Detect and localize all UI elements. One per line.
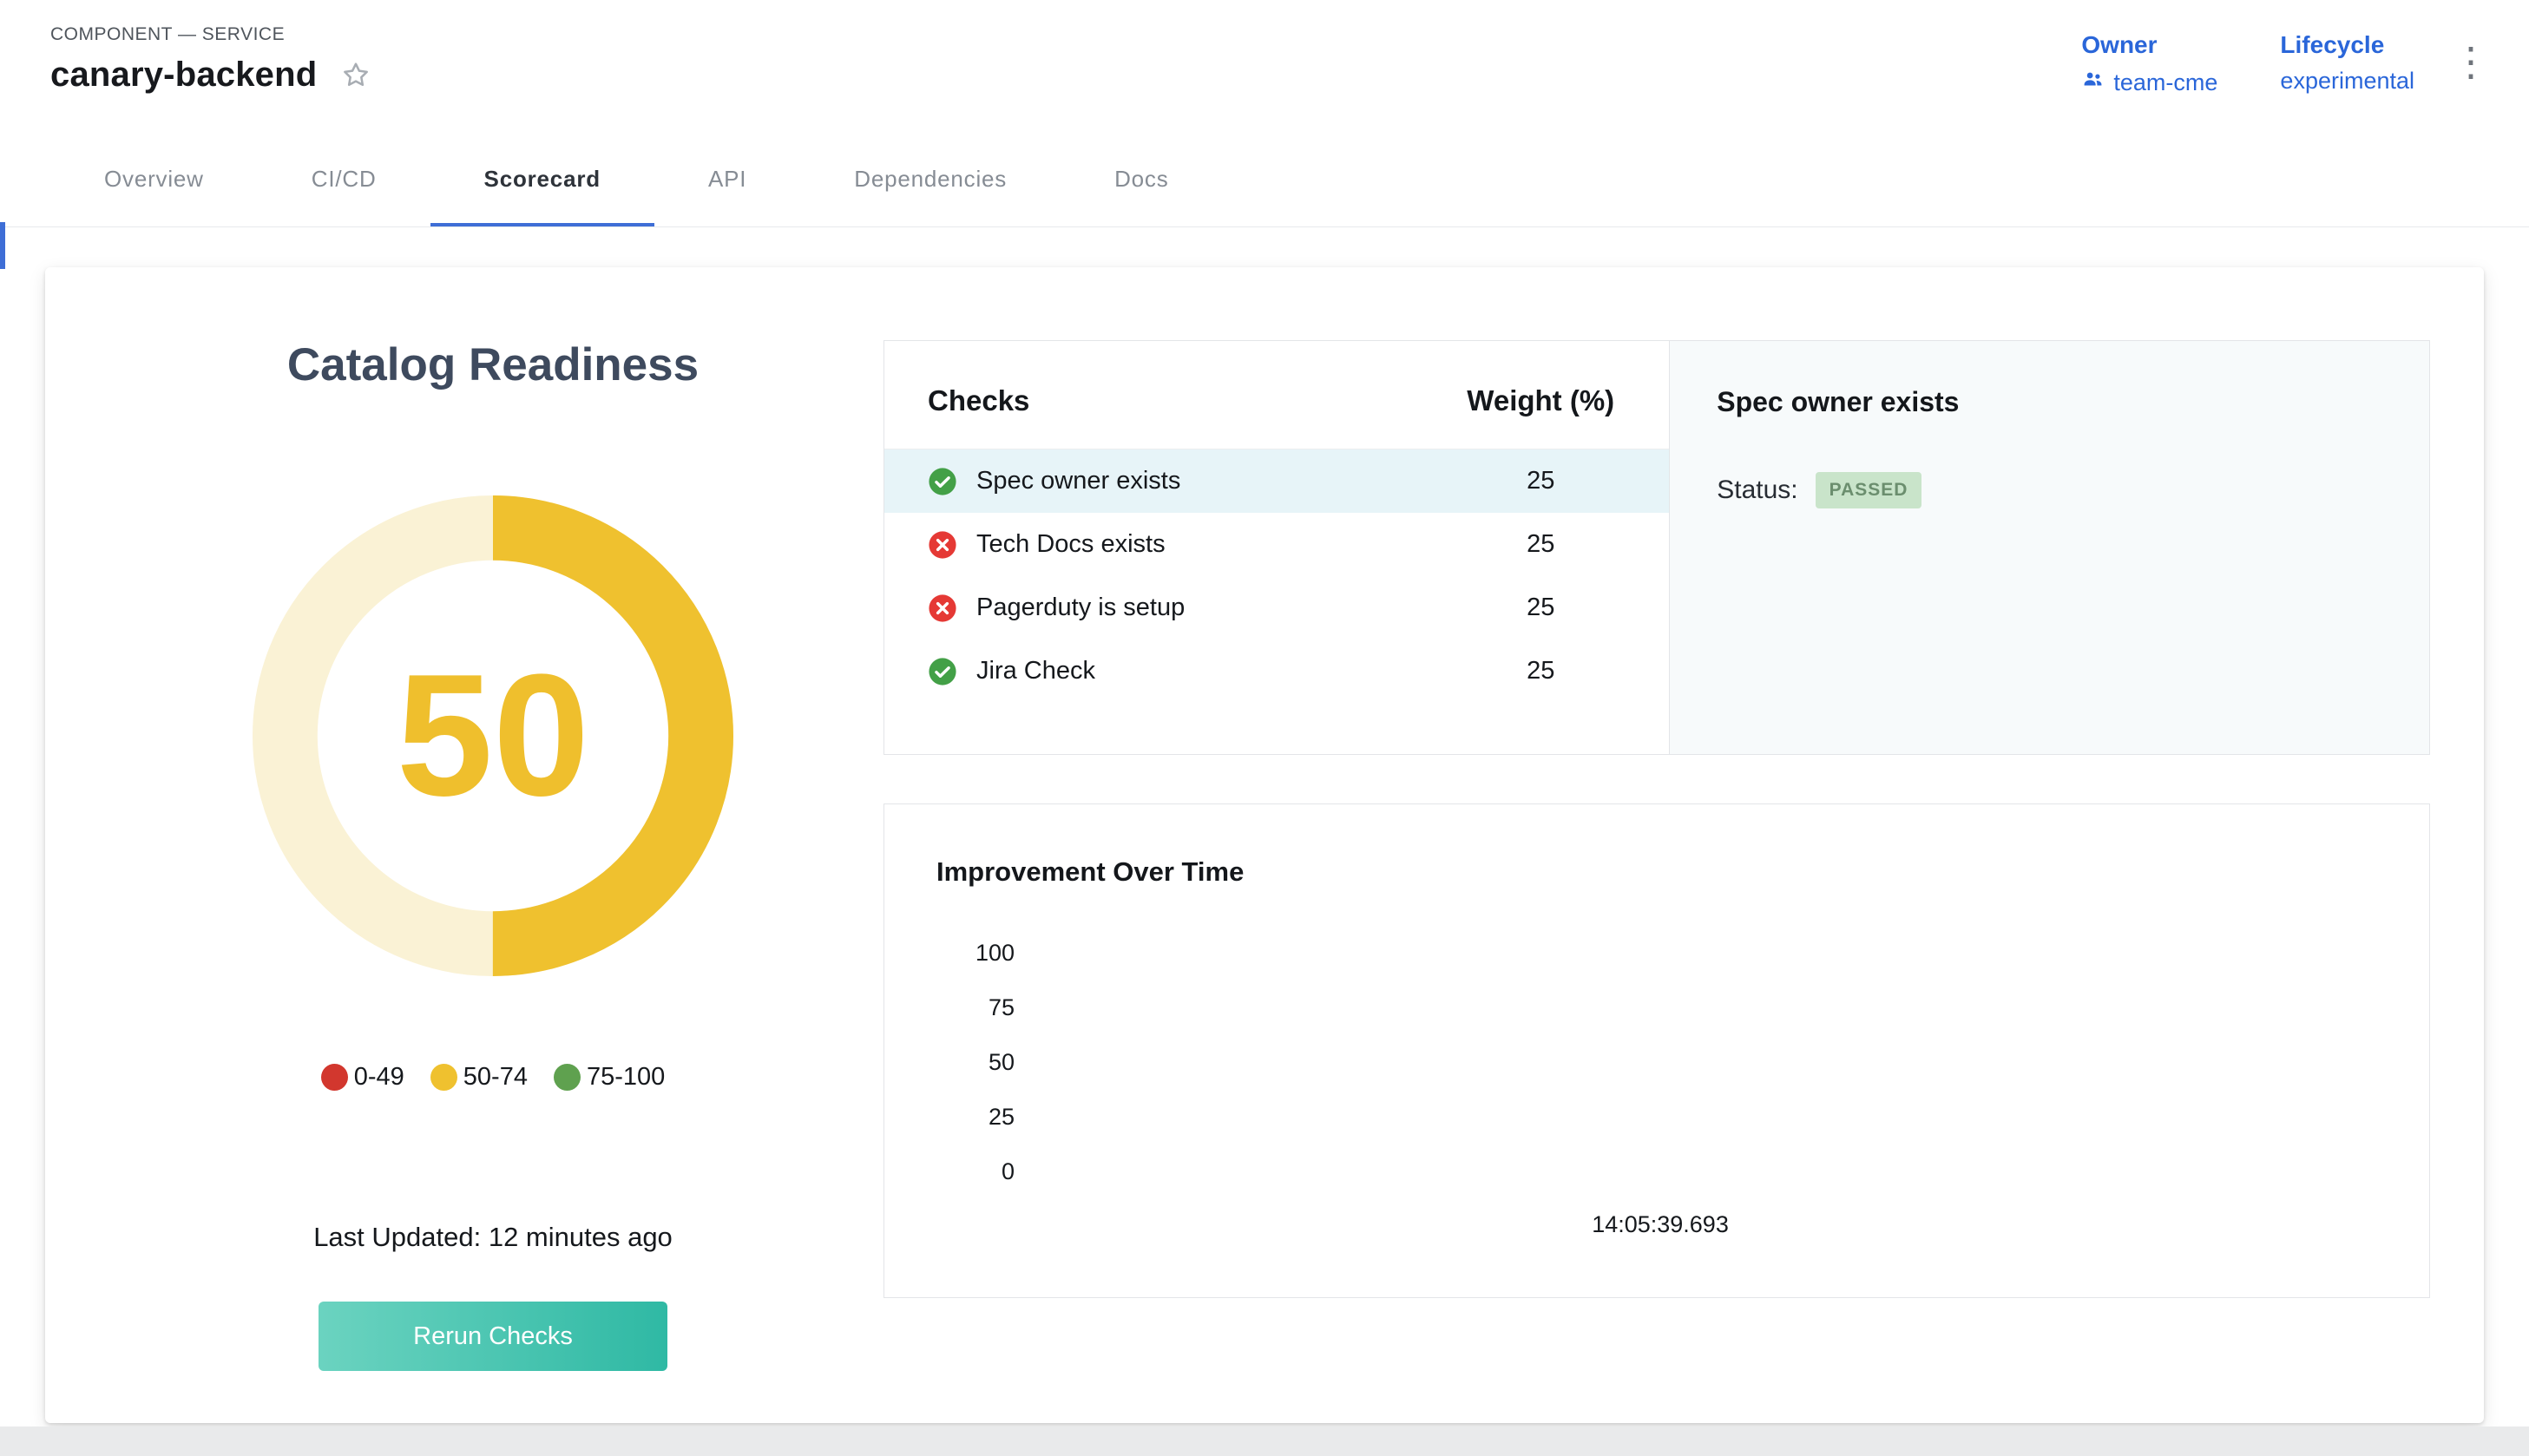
y-tick: 100 xyxy=(936,926,1023,981)
check-detail-title: Spec owner exists xyxy=(1717,386,2382,418)
kebab-menu-icon[interactable]: ⋮ xyxy=(2442,38,2499,85)
scorecard-title: Catalog Readiness xyxy=(287,338,699,391)
check-row[interactable]: Spec owner exists 25 xyxy=(884,449,1669,513)
last-updated-text: Last Updated: 12 minutes ago xyxy=(313,1222,673,1253)
check-weight: 25 xyxy=(1462,657,1619,685)
owner-label: Owner xyxy=(2081,31,2217,59)
check-weight: 25 xyxy=(1462,530,1619,559)
check-weight: 25 xyxy=(1462,594,1619,622)
owner-value: team-cme xyxy=(2113,69,2217,96)
legend-label: 75-100 xyxy=(587,1063,665,1092)
legend-item-low: 0-49 xyxy=(321,1063,404,1092)
improvement-chart-title: Improvement Over Time xyxy=(936,856,2377,888)
check-failed-icon xyxy=(928,530,957,560)
scorecard-page: Catalog Readiness 50 0-49 50-74 xyxy=(0,227,2529,1423)
legend-item-mid: 50-74 xyxy=(430,1063,528,1092)
chart-x-axis: 14:05:39.693 xyxy=(936,1211,2377,1238)
status-badge: PASSED xyxy=(1816,472,1922,508)
legend-label: 0-49 xyxy=(354,1063,404,1092)
checks-table-header: Checks Weight (%) xyxy=(884,341,1669,449)
legend-label: 50-74 xyxy=(463,1063,528,1092)
weight-column-header: Weight (%) xyxy=(1462,384,1619,417)
checks-box: Checks Weight (%) Spec owner exists 25 xyxy=(884,340,2430,755)
improvement-chart-panel: Improvement Over Time 100 75 50 25 0 14:… xyxy=(884,803,2430,1298)
tab-overview[interactable]: Overview xyxy=(50,132,258,226)
lifecycle-label: Lifecycle xyxy=(2280,31,2414,59)
legend-dot-red xyxy=(321,1064,348,1091)
checks-and-chart-panel: Checks Weight (%) Spec owner exists 25 xyxy=(884,338,2430,1371)
check-name: Pagerduty is setup xyxy=(976,594,1462,622)
check-row[interactable]: Tech Docs exists 25 xyxy=(884,513,1669,576)
x-tick: 14:05:39.693 xyxy=(1592,1211,1729,1238)
legend-dot-green xyxy=(554,1064,581,1091)
tab-dependencies[interactable]: Dependencies xyxy=(800,132,1061,226)
score-value: 50 xyxy=(253,495,733,976)
score-gauge: 50 xyxy=(253,495,733,976)
check-row[interactable]: Pagerduty is setup 25 xyxy=(884,576,1669,639)
check-name: Spec owner exists xyxy=(976,467,1462,495)
checks-table: Checks Weight (%) Spec owner exists 25 xyxy=(884,341,1669,754)
y-tick: 75 xyxy=(936,981,1023,1035)
status-label: Status: xyxy=(1717,475,1797,505)
chart-y-axis: 100 75 50 25 0 xyxy=(936,926,1023,1199)
tab-api[interactable]: API xyxy=(654,132,800,226)
checks-column-header: Checks xyxy=(928,384,1462,417)
legend-item-high: 75-100 xyxy=(554,1063,665,1092)
entity-header: COMPONENT — SERVICE canary-backend Owner xyxy=(0,0,2529,132)
rerun-checks-button[interactable]: Rerun Checks xyxy=(319,1302,667,1371)
lifecycle-block: Lifecycle experimental xyxy=(2280,31,2414,97)
owner-link[interactable]: team-cme xyxy=(2081,68,2217,97)
tab-scorecard[interactable]: Scorecard xyxy=(430,132,654,226)
check-detail-panel: Spec owner exists Status: PASSED xyxy=(1669,341,2429,754)
y-tick: 25 xyxy=(936,1090,1023,1144)
entity-tabs: Overview CI/CD Scorecard API Dependencie… xyxy=(0,132,2529,227)
group-icon xyxy=(2081,68,2105,97)
owner-block: Owner team-cme xyxy=(2081,31,2217,97)
tab-docs[interactable]: Docs xyxy=(1061,132,1222,226)
check-passed-icon xyxy=(928,657,957,686)
check-name: Tech Docs exists xyxy=(976,530,1462,559)
scorecard-card: Catalog Readiness 50 0-49 50-74 xyxy=(45,267,2484,1423)
check-row[interactable]: Jira Check 25 xyxy=(884,639,1669,703)
legend-dot-yellow xyxy=(430,1064,457,1091)
favorite-star-icon[interactable] xyxy=(339,59,372,92)
page-title: canary-backend xyxy=(50,56,317,95)
improvement-line-chart: 100 75 50 25 0 14:05:39.693 xyxy=(936,926,2377,1238)
tab-cicd[interactable]: CI/CD xyxy=(258,132,430,226)
score-legend: 0-49 50-74 75-100 xyxy=(321,1063,666,1092)
y-tick: 0 xyxy=(936,1144,1023,1199)
check-name: Jira Check xyxy=(976,657,1462,685)
left-accent-bar xyxy=(0,222,5,269)
page-bottom-edge xyxy=(0,1426,2529,1456)
lifecycle-value[interactable]: experimental xyxy=(2280,68,2414,95)
check-failed-icon xyxy=(928,594,957,623)
check-weight: 25 xyxy=(1462,467,1619,495)
catalog-readiness-panel: Catalog Readiness 50 0-49 50-74 xyxy=(102,338,884,1371)
y-tick: 50 xyxy=(936,1035,1023,1090)
check-passed-icon xyxy=(928,467,957,496)
